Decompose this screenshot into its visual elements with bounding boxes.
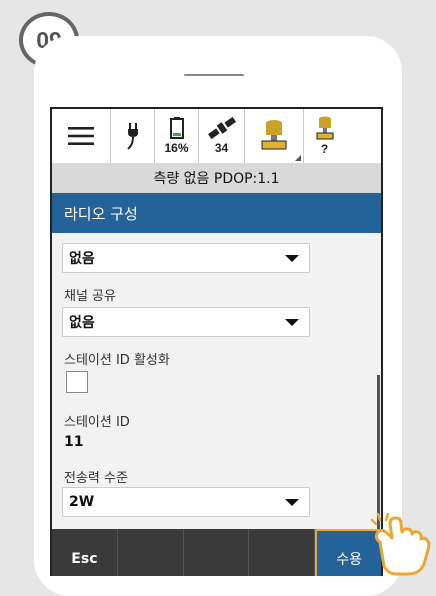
station-id-label: 스테이션 ID (64, 415, 130, 430)
menu-button[interactable] (52, 109, 111, 163)
page-title: 라디오 구성 (52, 193, 381, 233)
gnss-receiver-icon (261, 120, 287, 150)
receiver-status[interactable] (245, 109, 304, 163)
satellite-count: 34 (214, 141, 229, 155)
corner-indicator (295, 155, 301, 161)
battery-icon (169, 117, 184, 139)
station-id-value: 11 (64, 434, 84, 450)
chevron-down-icon (285, 319, 299, 326)
channel-share-value: 없음 (69, 315, 95, 331)
battery-percent: 16% (164, 141, 189, 155)
station-id-enable-checkbox[interactable] (66, 371, 88, 393)
bottom-action-bar: Esc 수용 (52, 529, 381, 576)
empty-softkey-3[interactable] (184, 529, 250, 576)
radio-receiver-status[interactable]: ? (304, 109, 345, 163)
status-bar: 16% 34 ? (52, 109, 381, 164)
satellite-status[interactable]: 34 (199, 109, 245, 163)
empty-softkey-4[interactable] (249, 529, 316, 576)
esc-button-label: Esc (71, 551, 98, 567)
channel-share-label: 채널 공유 (64, 289, 116, 304)
satellite-icon (207, 117, 236, 139)
chevron-down-icon (285, 499, 299, 506)
chevron-down-icon (285, 255, 299, 262)
tx-power-value: 2W (69, 494, 95, 510)
device-screen: 16% 34 ? 측량 없음 PDOP:1.1 라디오 구성 없음 채널 공유 … (50, 107, 383, 576)
receiver-status-label: ? (320, 142, 329, 156)
radio-mode-dropdown[interactable]: 없음 (62, 243, 310, 273)
channel-share-dropdown[interactable]: 없음 (62, 307, 310, 337)
hamburger-menu-icon (68, 127, 94, 145)
form-content: 없음 채널 공유 없음 스테이션 ID 활성화 스테이션 ID 11 전송력 수… (52, 233, 381, 533)
power-status[interactable] (111, 109, 155, 163)
battery-status[interactable]: 16% (155, 109, 199, 163)
empty-softkey-2[interactable] (118, 529, 184, 576)
tx-power-dropdown[interactable]: 2W (62, 487, 310, 517)
tap-hand-icon (370, 512, 431, 576)
info-strip: 측량 없음 PDOP:1.1 (52, 163, 381, 193)
scrollbar[interactable] (377, 375, 380, 533)
accept-button-label: 수용 (336, 552, 362, 568)
phone-speaker (184, 74, 244, 76)
esc-button[interactable]: Esc (52, 529, 118, 576)
tx-power-label: 전송력 수준 (64, 471, 128, 486)
radio-mode-value: 없음 (69, 251, 95, 267)
rover-receiver-icon (316, 116, 333, 140)
power-plug-icon (126, 123, 138, 150)
station-id-enable-label: 스테이션 ID 활성화 (64, 353, 170, 368)
